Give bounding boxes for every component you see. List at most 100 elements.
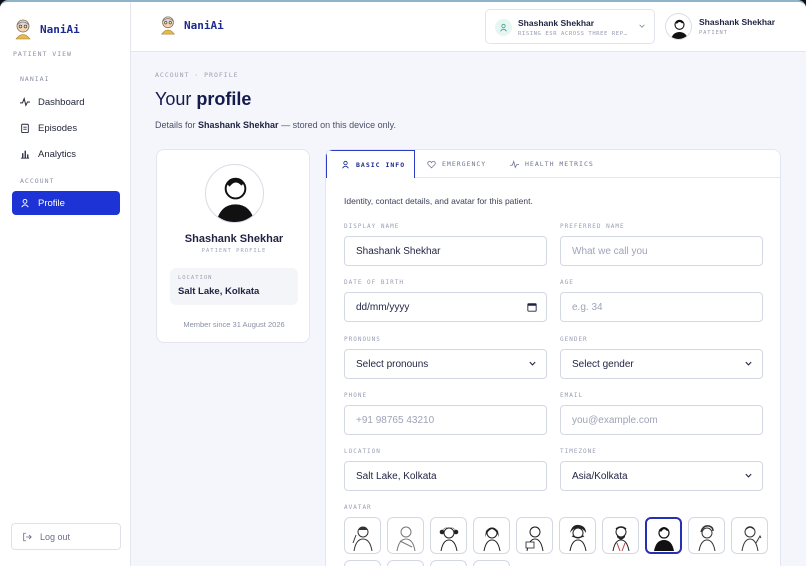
display-name-field[interactable]: Shashank Shekhar — [344, 236, 547, 266]
dob-label: DATE OF BIRTH — [344, 279, 404, 286]
location-value: Salt Lake, Kolkata — [178, 286, 260, 297]
tab-label: BASIC INFO — [356, 160, 406, 169]
user-icon — [21, 198, 29, 208]
heart-icon — [427, 160, 436, 168]
pronouns-select[interactable]: Select pronouns — [344, 349, 547, 379]
timezone-select[interactable]: Asia/Kolkata — [560, 461, 763, 491]
breadcrumb: ACCOUNT · PROFILE — [155, 71, 239, 79]
top-bar: NaniAi Shashank Shekhar RISING ESR ACROS… — [131, 2, 806, 52]
topbar-brand[interactable]: NaniAi — [158, 15, 224, 35]
patient-switcher[interactable]: Shashank Shekhar RISING ESR ACROSS THREE… — [485, 9, 655, 44]
profile-tabs: BASIC INFO EMERGENCY HEALTH METRICS — [326, 150, 780, 178]
avatar-illustration-icon — [396, 526, 415, 551]
avatar-illustration-icon — [569, 524, 586, 551]
subtitle-suffix: — stored on this device only. — [278, 120, 396, 130]
page-title: Your profile — [155, 89, 251, 110]
sidebar-item-analytics[interactable]: Analytics — [12, 142, 120, 166]
brand-name: NaniAi — [184, 18, 224, 32]
user-role: PATIENT — [699, 30, 728, 36]
avatar-illustration-icon — [698, 524, 715, 551]
chevron-down-icon — [639, 24, 645, 28]
avatar-picker-row-2 — [344, 560, 510, 566]
avatar-option[interactable] — [344, 560, 381, 566]
patient-switcher-name: Shashank Shekhar — [518, 18, 595, 28]
avatar-illustration-icon — [653, 526, 674, 551]
avatar-label: AVATAR — [344, 504, 372, 511]
page-title-bold: profile — [196, 89, 252, 109]
user-menu[interactable]: Shashank Shekhar PATIENT — [665, 13, 775, 40]
user-name: Shashank Shekhar — [699, 17, 776, 27]
sidebar-item-profile[interactable]: Profile — [12, 191, 120, 215]
avatar-option[interactable] — [473, 517, 510, 554]
avatar-illustration-icon — [352, 526, 372, 551]
section-label-naniai: NANIAI — [20, 75, 50, 83]
avatar-option[interactable] — [387, 517, 424, 554]
display-name-label: DISPLAY NAME — [344, 223, 400, 230]
bar-chart-icon — [20, 150, 30, 159]
gender-label: GENDER — [560, 336, 588, 343]
timezone-label: TIMEZONE — [560, 448, 597, 455]
email-field[interactable]: you@example.com — [560, 405, 763, 435]
avatar-option[interactable] — [430, 517, 467, 554]
gender-value: Select gender — [572, 358, 634, 370]
patient-switcher-summary: RISING ESR ACROSS THREE REP… — [518, 31, 628, 37]
gender-select[interactable]: Select gender — [560, 349, 763, 379]
tab-basic-info[interactable]: BASIC INFO — [326, 150, 415, 178]
logout-button[interactable]: Log out — [11, 523, 121, 550]
page-subtitle: Details for Shashank Shekhar — stored on… — [155, 120, 396, 130]
avatar-option[interactable] — [387, 560, 424, 566]
sidebar-item-episodes[interactable]: Episodes — [12, 116, 120, 140]
age-field[interactable]: e.g. 34 — [560, 292, 763, 322]
age-label: AGE — [560, 279, 574, 286]
dob-field[interactable]: dd/mm/yyyy — [344, 292, 547, 322]
page-title-prefix: Your — [155, 89, 197, 109]
sidebar-item-label: Dashboard — [38, 96, 85, 108]
avatar-option[interactable] — [602, 517, 639, 554]
tab-label: EMERGENCY — [442, 160, 487, 168]
avatar-illustration-icon — [525, 526, 543, 551]
profile-form-card: BASIC INFO EMERGENCY HEALTH METRICS Iden… — [325, 149, 781, 566]
avatar-option-selected[interactable] — [645, 517, 682, 554]
tab-health-metrics[interactable]: HEALTH METRICS — [510, 150, 594, 178]
chevron-down-icon — [745, 473, 752, 478]
profile-role: PATIENT PROFILE — [201, 248, 267, 254]
email-label: EMAIL — [560, 392, 584, 399]
avatar-illustration-icon — [483, 527, 500, 551]
brand-name: NaniAi — [40, 22, 80, 36]
tab-emergency[interactable]: EMERGENCY — [427, 150, 486, 178]
sidebar-item-dashboard[interactable]: Dashboard — [12, 90, 120, 114]
profile-location-box: LOCATION Salt Lake, Kolkata — [170, 268, 298, 305]
clipboard-icon — [21, 123, 29, 133]
pronouns-label: PRONOUNS — [344, 336, 381, 343]
avatar-option[interactable] — [688, 517, 725, 554]
sidebar: NaniAi PATIENT VIEW NANIAI Dashboard Epi… — [0, 2, 131, 566]
avatar-option[interactable] — [430, 560, 467, 566]
profile-card: Shashank Shekhar PATIENT PROFILE LOCATIO… — [156, 149, 310, 343]
pronouns-value: Select pronouns — [356, 358, 429, 370]
sidebar-item-label: Profile — [38, 197, 65, 209]
timezone-value: Asia/Kolkata — [572, 470, 628, 482]
calendar-icon[interactable] — [527, 302, 537, 312]
section-label-patient-view: PATIENT VIEW — [13, 50, 72, 58]
avatar-option[interactable] — [731, 517, 768, 554]
user-icon — [342, 160, 349, 169]
profile-name: Shashank Shekhar — [184, 233, 284, 245]
avatar-option[interactable] — [559, 517, 596, 554]
location-field-label: LOCATION — [344, 448, 381, 455]
activity-icon — [20, 97, 30, 107]
avatar-picker — [344, 517, 768, 554]
avatar-option[interactable] — [473, 560, 510, 566]
sidebar-item-label: Analytics — [38, 148, 77, 160]
dob-value: dd/mm/yyyy — [356, 301, 410, 313]
subtitle-name: Shashank Shekhar — [198, 120, 279, 130]
phone-label: PHONE — [344, 392, 368, 399]
logout-icon — [23, 532, 32, 541]
chevron-down-icon — [745, 361, 752, 366]
avatar-option[interactable] — [516, 517, 553, 554]
avatar-option[interactable] — [344, 517, 381, 554]
avatar-illustration-icon — [612, 525, 629, 551]
preferred-name-field[interactable]: What we call you — [560, 236, 763, 266]
phone-field[interactable]: +91 98765 43210 — [344, 405, 547, 435]
sidebar-brand[interactable]: NaniAi — [12, 17, 80, 41]
location-field[interactable]: Salt Lake, Kolkata — [344, 461, 547, 491]
